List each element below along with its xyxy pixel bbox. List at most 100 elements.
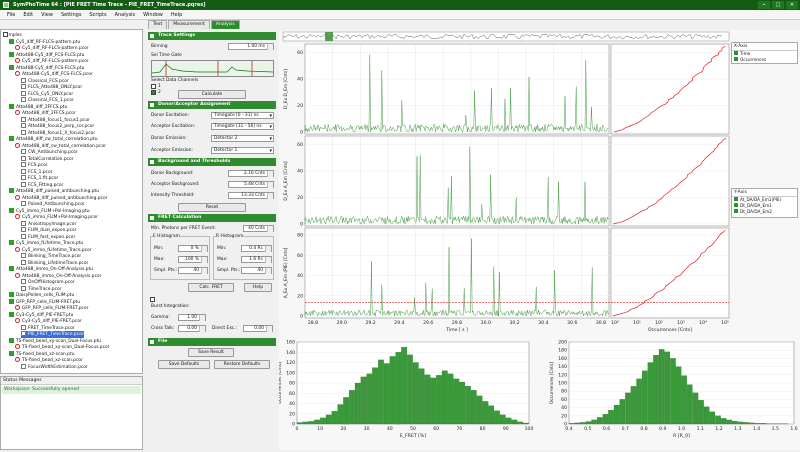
x-tick-label: 29.8 <box>452 320 462 326</box>
acc-bg-spinner[interactable] <box>267 182 273 188</box>
gamma-field[interactable]: 1.00 <box>178 314 206 321</box>
occurrence-plot-frame[interactable] <box>611 228 729 318</box>
int-thr-spinner[interactable] <box>267 193 273 199</box>
overview-selection[interactable] <box>325 32 333 41</box>
plots-canvas[interactable]: 0204060D_Ex D_Em [Cnts]0204060D_Ex A_Em … <box>279 30 800 450</box>
menu-file[interactable]: File <box>3 12 19 18</box>
minimize-button[interactable]: – <box>758 1 770 9</box>
gamma-spinner[interactable] <box>199 315 205 321</box>
tab-measurement[interactable]: Measurement <box>168 20 210 29</box>
trace-plot-frame[interactable] <box>305 228 609 318</box>
y-axis-item-em2[interactable]: Dt_DA/DA_Em2 <box>732 209 797 215</box>
e-min-field[interactable]: 0 % <box>178 245 208 252</box>
cross-talk-spinner[interactable] <box>199 326 205 332</box>
occurrence-plot-frame[interactable] <box>611 44 729 134</box>
occurrence-plot-frame[interactable] <box>611 136 729 226</box>
binning-field[interactable]: 1.00 ms <box>228 43 274 50</box>
save-result-button[interactable]: Save Result <box>188 348 234 357</box>
y-axis-em2-label: Dt_DA/DA_Em2 <box>740 209 772 214</box>
donor-exc-label: Donor Excitation: <box>151 113 189 118</box>
donor-excitation-select[interactable]: Timegate [0 - 31] ns <box>211 112 274 119</box>
e-smpl-field[interactable]: 40 <box>178 267 208 274</box>
measurement-file-icon <box>9 65 14 70</box>
e-smpl-spinner[interactable] <box>201 268 207 274</box>
r-max-field[interactable]: 1.6 Rc <box>241 256 272 263</box>
menu-analysis[interactable]: Analysis <box>111 12 140 18</box>
tab-analysis[interactable]: Analysis <box>211 20 240 29</box>
histogram-bar <box>361 377 367 424</box>
x-axis-item-occurrences[interactable]: Occurrences <box>732 57 797 63</box>
reset-button[interactable]: Reset <box>178 203 246 212</box>
tree-item-label: FocusWidthEstimation.pcor <box>28 365 88 370</box>
direct-exc-spinner[interactable] <box>266 326 272 332</box>
acceptor-excitation-select[interactable]: Timegate [31 - 56] ns <box>211 123 274 130</box>
min-photons-spinner[interactable] <box>267 226 273 232</box>
r-min-field[interactable]: 0.4 Rc <box>241 245 272 252</box>
tree-item-label: Blinking_LifetimeTrace.pcor <box>28 261 88 266</box>
direct-exc-field[interactable]: 0.00 <box>243 325 273 332</box>
close-button[interactable]: ✕ <box>786 1 798 9</box>
y-tick-label: 60 <box>289 391 295 397</box>
y-axis-title: A_Ex A_Em (PIE) [Cnts] <box>283 247 289 298</box>
section-trace-settings[interactable]: Trace Settings <box>148 32 276 40</box>
r-max-spinner[interactable] <box>265 257 271 263</box>
cross-talk-field[interactable]: 0.00 <box>178 325 206 332</box>
donor-emission-select[interactable]: Detector 2 <box>211 135 274 142</box>
document-icon <box>21 221 26 226</box>
workspace-tree[interactable]: SamplesCy5_diff_RF-FLCS-pattern.ptuCy5_d… <box>0 29 143 374</box>
section-donor-acceptor[interactable]: Donor/Acceptor Assignment <box>148 101 276 109</box>
menu-scripts[interactable]: Scripts <box>85 12 110 18</box>
menu-window[interactable]: Window <box>139 12 167 18</box>
section-background-thresholds[interactable]: Background and Thresholds <box>148 158 276 166</box>
e-max-field[interactable]: 100 % <box>178 256 208 263</box>
x-tick-label: 0.6 <box>603 426 610 432</box>
y-tick-label: 40 <box>297 169 303 175</box>
y-axis-em1-label: Dt_DA/DA_Em1 <box>740 203 772 208</box>
x-tick-label: 1.1 <box>697 426 704 432</box>
histogram-bar <box>687 385 692 424</box>
x-tick-label: 30.2 <box>509 320 519 326</box>
acceptor-background-field[interactable]: 5.48 Cnts <box>228 181 274 188</box>
time-gate-preview[interactable] <box>151 60 274 77</box>
donor-background-field[interactable]: 2.16 Cnts <box>228 170 274 177</box>
x-tick-label: 100 <box>525 426 534 432</box>
section-fret-calculation[interactable]: FRET Calculation <box>148 214 276 222</box>
document-icon <box>21 84 26 89</box>
donor-bg-spinner[interactable] <box>267 171 273 177</box>
r-smpl-spinner[interactable] <box>265 268 271 274</box>
intensity-threshold-field[interactable]: 13.33 Cnts <box>228 192 274 199</box>
channel-1-checkbox[interactable] <box>151 84 156 89</box>
r-min-spinner[interactable] <box>265 246 271 252</box>
calculate-button[interactable]: Calculate <box>178 90 246 99</box>
x-tick-label: 80 <box>480 426 486 432</box>
binning-spinner[interactable] <box>267 44 273 50</box>
min-photons-field[interactable]: 40 Cnts <box>243 225 274 232</box>
trace-plot-frame[interactable] <box>305 136 609 226</box>
menu-view[interactable]: View <box>37 12 57 18</box>
menu-edit[interactable]: Edit <box>19 12 37 18</box>
tree-item-label: Atto488_diff_2FFCS.pcor <box>22 111 76 116</box>
histogram-bar <box>314 420 320 424</box>
restore-defaults-button[interactable]: Restore Defaults <box>214 360 270 369</box>
tab-text[interactable]: Text <box>148 20 167 29</box>
acceptor-emission-select[interactable]: Detector 1 <box>211 147 274 154</box>
channel-2-checkbox[interactable] <box>151 90 156 95</box>
calc-fret-button[interactable]: Calc. FRET <box>188 283 234 292</box>
histogram-bar <box>471 390 477 424</box>
r-smpl-field[interactable]: 40 <box>241 267 272 274</box>
menu-settings[interactable]: Settings <box>57 12 86 18</box>
x-axis-title: Time [ s ] <box>445 327 468 333</box>
tree-item-label: Atto488-Cy5_diff_FCS-FLCS.ptu <box>16 66 84 71</box>
maximize-button[interactable]: □ <box>772 1 784 9</box>
tree-item-label: FCS_Fitting.pcor <box>28 183 63 188</box>
burst-integration-checkbox[interactable] <box>150 297 155 302</box>
e-min-spinner[interactable] <box>201 246 207 252</box>
histogram-bar <box>670 358 675 424</box>
section-file[interactable]: File <box>148 338 276 346</box>
trace-plot-frame[interactable] <box>305 44 609 134</box>
save-defaults-button[interactable]: Save Defaults <box>158 360 210 369</box>
menu-help[interactable]: Help <box>167 12 186 18</box>
e-max-spinner[interactable] <box>201 257 207 263</box>
help-button[interactable]: Help <box>244 283 272 292</box>
tree-item[interactable]: FocusWidthEstimation.pcor <box>21 364 88 371</box>
